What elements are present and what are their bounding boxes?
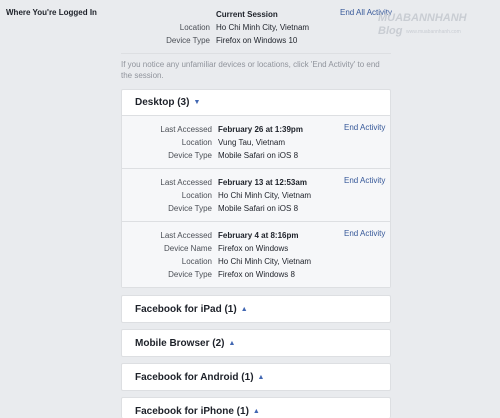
session-3-key-0: Last Accessed <box>160 231 212 240</box>
current-device-value: Firefox on Windows 10 <box>216 36 298 45</box>
end-activity-link-1[interactable]: End Activity <box>344 123 385 132</box>
section-label: Where You're Logged In <box>6 8 97 17</box>
session-2-last-accessed: February 13 at 12:53am <box>218 178 307 187</box>
session-item: Last Accessed February 13 at 12:53am Loca… <box>122 169 390 222</box>
watermark-url: www.muabannhanh.com <box>406 29 461 35</box>
muabannhanh-watermark: MUABANNHANH Blog www.muabannhanh.com <box>378 12 468 37</box>
notice-text: If you notice any unfamiliar devices or … <box>121 60 380 80</box>
watermark-text-2: Blog <box>378 25 403 37</box>
group-ipad-title: Facebook for iPad (1) <box>135 303 237 315</box>
session-item: Last Accessed February 26 at 1:39pm Locat… <box>122 116 390 169</box>
group-ipad-header[interactable]: Facebook for iPad (1) ▲ <box>122 296 390 322</box>
session-2-key-2: Device Type <box>168 204 212 213</box>
session-2-device: Mobile Safari on iOS 8 <box>218 204 299 213</box>
divider <box>121 53 391 54</box>
current-device-label: Device Type <box>166 36 210 45</box>
session-1-last-accessed: February 26 at 1:39pm <box>218 125 303 134</box>
session-2-location: Ho Chi Minh City, Vietnam <box>218 191 312 200</box>
group-iphone-title: Facebook for iPhone (1) <box>135 405 249 417</box>
session-3-location: Ho Chi Minh City, Vietnam <box>218 257 312 266</box>
session-1-location: Vung Tau, Vietnam <box>218 138 286 147</box>
desktop-sessions: Last Accessed February 26 at 1:39pm Locat… <box>122 115 390 287</box>
caret-up-icon: ▲ <box>252 407 260 415</box>
end-activity-link-3[interactable]: End Activity <box>344 229 385 238</box>
desktop-title: Desktop (3) <box>135 97 190 108</box>
caret-up-icon: ▲ <box>228 339 236 347</box>
session-item: Last Accessed February 4 at 8:16pm Device… <box>122 222 390 287</box>
group-iphone-header[interactable]: Facebook for iPhone (1) ▲ <box>122 398 390 418</box>
desktop-header[interactable]: Desktop (3) ▼ <box>122 90 390 115</box>
session-3-device-name: Firefox on Windows <box>218 244 289 253</box>
session-3-key-2: Location <box>181 257 212 266</box>
session-1-device: Mobile Safari on iOS 8 <box>218 151 299 160</box>
session-2-key-0: Last Accessed <box>160 178 212 187</box>
group-iphone-panel[interactable]: Facebook for iPhone (1) ▲ <box>121 397 391 418</box>
session-1-key-1: Location <box>181 138 212 147</box>
session-1-key-2: Device Type <box>168 151 212 160</box>
group-android-header[interactable]: Facebook for Android (1) ▲ <box>122 364 390 390</box>
current-key-0 <box>121 8 216 21</box>
current-location-value: Ho Chi Minh City, Vietnam <box>216 23 310 32</box>
session-1-key-0: Last Accessed <box>160 125 212 134</box>
current-location-label: Location <box>179 23 210 32</box>
watermark-text-1: MUABANNHANH <box>378 12 468 24</box>
group-mobile-browser-title: Mobile Browser (2) <box>135 337 225 349</box>
session-3-key-1: Device Name <box>163 244 212 253</box>
desktop-panel: Desktop (3) ▼ Last Accessed February 26 a… <box>121 89 391 288</box>
session-3-device: Firefox on Windows 8 <box>218 270 295 279</box>
group-android-panel[interactable]: Facebook for Android (1) ▲ <box>121 363 391 391</box>
caret-down-icon: ▼ <box>193 99 201 106</box>
group-android-title: Facebook for Android (1) <box>135 371 254 383</box>
caret-up-icon: ▲ <box>240 305 248 313</box>
caret-up-icon: ▲ <box>257 373 265 381</box>
session-3-last-accessed: February 4 at 8:16pm <box>218 231 299 240</box>
group-mobile-browser-panel[interactable]: Mobile Browser (2) ▲ <box>121 329 391 357</box>
group-ipad-panel[interactable]: Facebook for iPad (1) ▲ <box>121 295 391 323</box>
session-2-key-1: Location <box>181 191 212 200</box>
current-session-title: Current Session <box>216 10 278 19</box>
session-3-key-3: Device Type <box>168 270 212 279</box>
end-activity-link-2[interactable]: End Activity <box>344 176 385 185</box>
group-mobile-browser-header[interactable]: Mobile Browser (2) ▲ <box>122 330 390 356</box>
